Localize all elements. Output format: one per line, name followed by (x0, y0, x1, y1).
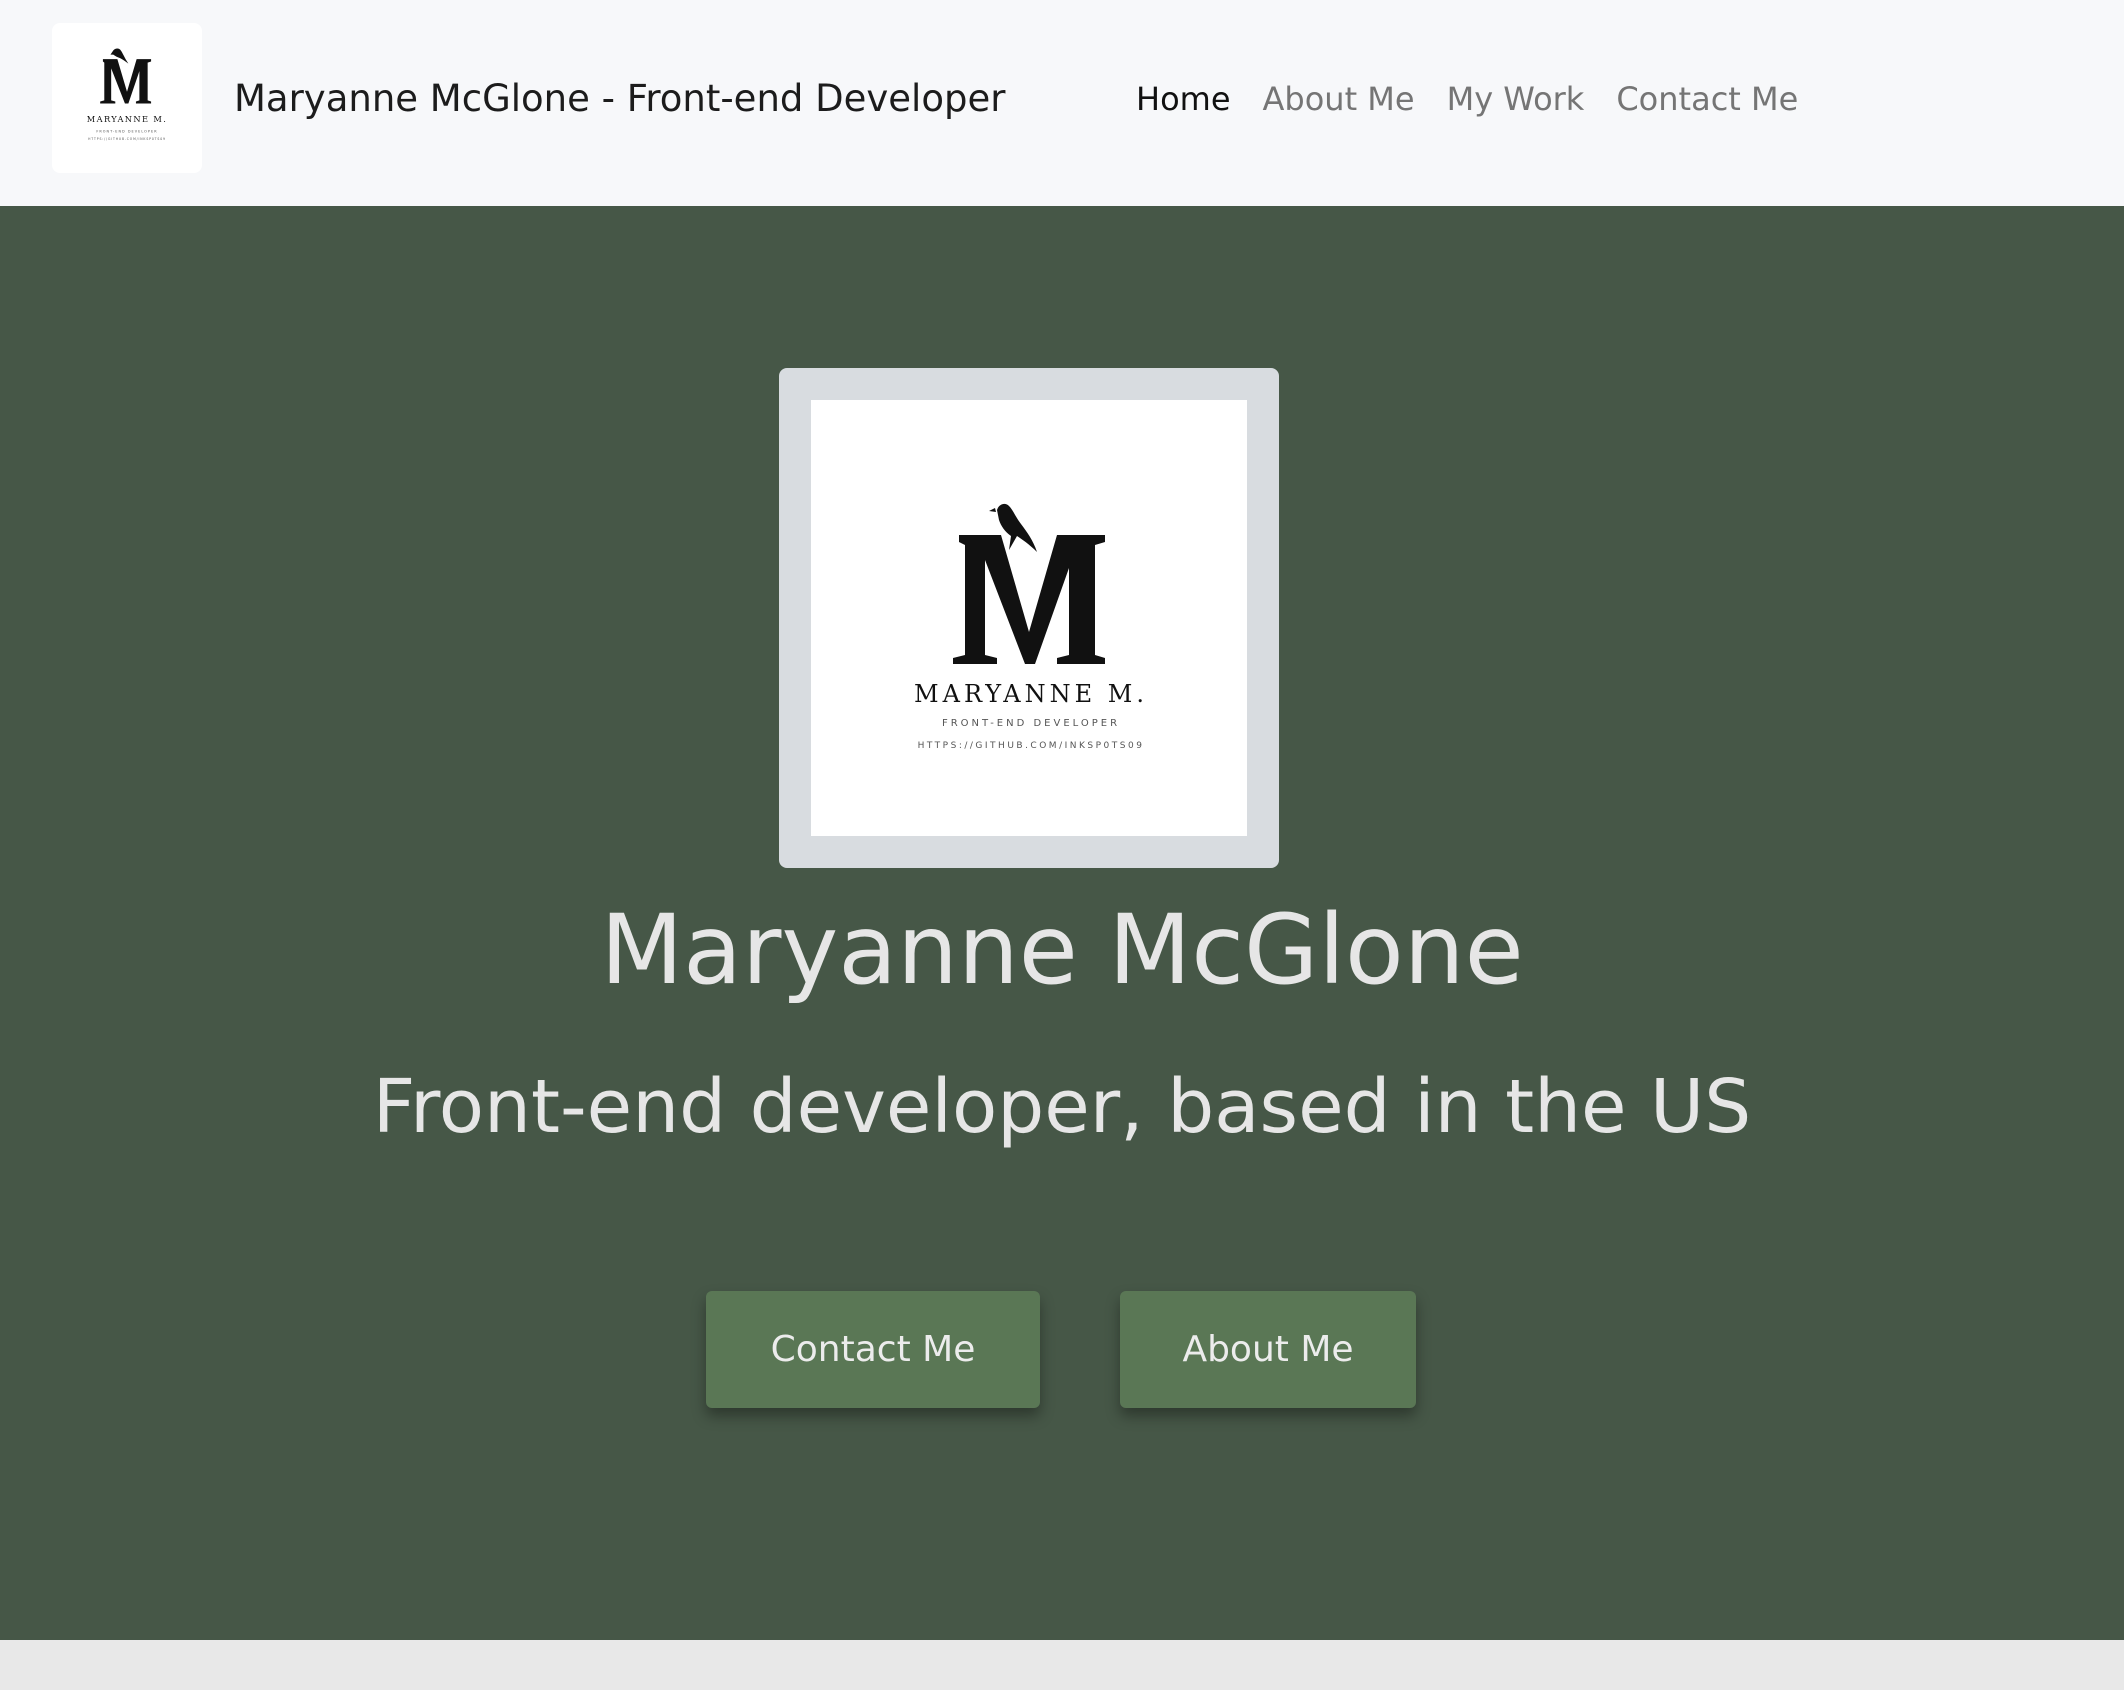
bird-m-logo-icon: MARYANNE M. FRONT-END DEVELOPER HTTPS://… (87, 48, 167, 141)
nav-link-about-me[interactable]: About Me (1263, 70, 1415, 128)
hero-section: MARYANNE M. FRONT-END DEVELOPER HTTPS://… (0, 206, 2124, 1640)
hero-logo: MARYANNE M. FRONT-END DEVELOPER HTTPS://… (811, 400, 1247, 836)
logo-subtitle: FRONT-END DEVELOPER (96, 129, 157, 133)
bird-m-logo-icon: MARYANNE M. FRONT-END DEVELOPER HTTPS://… (914, 503, 1148, 751)
hero-logo-url: HTTPS://GITHUB.COM/INKSP0TS09 (918, 741, 1145, 751)
nav-link-home[interactable]: Home (1136, 70, 1231, 128)
logo-name: MARYANNE M. (87, 114, 167, 124)
nav-link-my-work[interactable]: My Work (1447, 70, 1585, 128)
hero-tagline: Front-end developer, based in the US (372, 1064, 1752, 1150)
hero-name: Maryanne McGlone (600, 894, 1524, 1006)
logo-url: HTTPS://GITHUB.COM/INKSP0TS09 (88, 137, 166, 141)
nav-link-contact-me[interactable]: Contact Me (1616, 70, 1798, 128)
nav-links: Home About Me My Work Contact Me (1136, 70, 1830, 128)
about-me-button[interactable]: About Me (1120, 1291, 1416, 1408)
footer-strip (0, 1640, 2124, 1690)
nav-logo[interactable]: MARYANNE M. FRONT-END DEVELOPER HTTPS://… (52, 23, 202, 173)
contact-me-button[interactable]: Contact Me (706, 1291, 1040, 1408)
hero-logo-name: MARYANNE M. (914, 680, 1148, 708)
site-brand[interactable]: Maryanne McGlone - Front-end Developer (234, 70, 1005, 128)
hero-logo-subtitle: FRONT-END DEVELOPER (942, 718, 1120, 729)
hero-logo-frame: MARYANNE M. FRONT-END DEVELOPER HTTPS://… (779, 368, 1279, 868)
navbar: MARYANNE M. FRONT-END DEVELOPER HTTPS://… (0, 0, 2124, 206)
